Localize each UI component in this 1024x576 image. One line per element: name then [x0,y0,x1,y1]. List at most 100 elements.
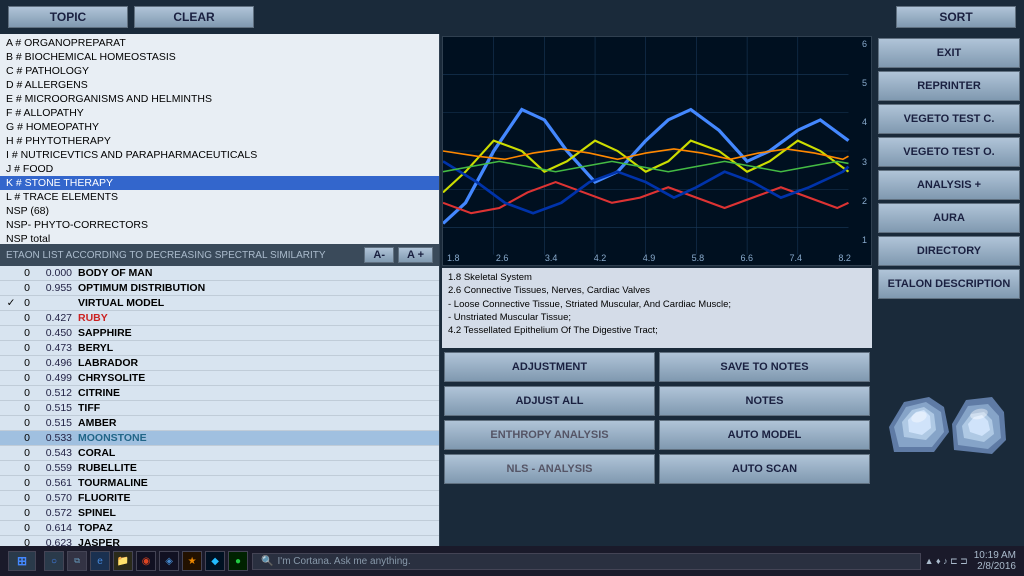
cortana-icon[interactable]: ○ [44,551,64,571]
folder-icon[interactable]: 📁 [113,551,133,571]
ie-icon[interactable]: e [90,551,110,571]
etalon-val: 0.496 [34,357,78,369]
etalon-val: 0.623 [34,537,78,546]
etalon-row-7[interactable]: 00.499CHRYSOLITE [0,371,439,386]
etalon-num: 0 [18,282,34,294]
right-panel: EXIT REPRINTER VEGETO TEST C. VEGETO TES… [874,34,1024,546]
etalon-row-3[interactable]: 00.427RUBY [0,311,439,326]
aura-btn[interactable]: AURA [878,203,1020,233]
center-panel: 6 5 4 3 2 1 1.8 2.6 3.4 4.2 4.9 5.8 6.6 … [440,34,874,546]
date-display: 2/8/2016 [974,561,1016,572]
x-label-3.4: 3.4 [545,253,558,263]
topic-item-C[interactable]: C # PATHOLOGY [0,64,439,78]
topic-item-G[interactable]: G # HOMEOPATHY [0,120,439,134]
y-label-3: 3 [862,157,867,167]
etalon-row-5[interactable]: 00.473BERYL [0,341,439,356]
clear-button[interactable]: CLEAR [134,6,254,28]
etalon-val: 0.561 [34,477,78,489]
enthropy-btn[interactable]: ENTHROPY ANALYSIS [444,420,655,450]
sort-button[interactable]: SORT [896,6,1016,28]
topic-item-I[interactable]: I # NUTRICEVTICS AND PARAPHARMACEUTICALS [0,148,439,162]
time-display: 10:19 AM [974,550,1016,561]
x-label-6.6: 6.6 [741,253,754,263]
etalon-val: 0.559 [34,462,78,474]
topic-item-A[interactable]: A # ORGANOPREPARAT [0,36,439,50]
topic-item-E[interactable]: E # MICROORGANISMS AND HELMINTHS [0,92,439,106]
topic-item-K[interactable]: K # STONE THERAPY [0,176,439,190]
notes-btn[interactable]: NOTES [659,386,870,416]
etalon-name: OPTIMUM DISTRIBUTION [78,282,435,294]
etalon-name: BERYL [78,342,435,354]
info-box: 1.8 Skeletal System2.6 Connective Tissue… [442,268,872,348]
topic-item-J[interactable]: J # FOOD [0,162,439,176]
etalon-row-11[interactable]: 00.533MOONSTONE [0,431,439,446]
app4-icon[interactable]: ● [228,551,248,571]
chart-svg [443,37,871,265]
start-button[interactable]: ⊞ [8,551,36,571]
topic-item-F[interactable]: F # ALLOPATHY [0,106,439,120]
app2-icon[interactable]: ★ [182,551,202,571]
etalon-row-0[interactable]: 00.000BODY OF MAN [0,266,439,281]
etalon-name: CORAL [78,447,435,459]
cortana-search[interactable]: 🔍 I'm Cortana. Ask me anything. [252,553,921,570]
etalon-row-1[interactable]: 00.955OPTIMUM DISTRIBUTION [0,281,439,296]
adjust-all-btn[interactable]: ADJUST ALL [444,386,655,416]
save-to-notes-btn[interactable]: SAVE TO NOTES [659,352,870,382]
etalon-row-17[interactable]: 00.614TOPAZ [0,521,439,536]
etalon-row-16[interactable]: 00.572SPINEL [0,506,439,521]
etalon-desc-btn[interactable]: ETALON DESCRIPTION [878,269,1020,299]
etaon-minus-btn[interactable]: A- [364,247,394,263]
analysis-plus-btn[interactable]: ANALYSIS + [878,170,1020,200]
etalon-row-9[interactable]: 00.515TIFF [0,401,439,416]
etalon-num: 0 [18,432,34,444]
taskbar-quick-launch: ○ ⧉ e 📁 ◉ ◈ ★ ◆ ● [44,551,248,571]
tray-icons: ▲ ♦ ♪ ⊏ ⊐ [925,556,968,567]
topic-item-D[interactable]: D # ALLERGENS [0,78,439,92]
etalon-row-15[interactable]: 00.570FLUORITE [0,491,439,506]
topic-item-NSPt[interactable]: NSP total [0,232,439,244]
etalon-num: 0 [18,492,34,504]
topic-item-NSP-P[interactable]: NSP- PHYTO-CORRECTORS [0,218,439,232]
etalon-row-2[interactable]: ✓0VIRTUAL MODEL [0,296,439,311]
etaon-plus-btn[interactable]: A + [398,247,433,263]
chrome-icon[interactable]: ◉ [136,551,156,571]
etalon-val: 0.515 [34,402,78,414]
adjustment-btn[interactable]: ADJUSTMENT [444,352,655,382]
vegeto-c-btn[interactable]: VEGETO TEST C. [878,104,1020,134]
etalon-row-6[interactable]: 00.496LABRADOR [0,356,439,371]
nls-btn[interactable]: NLS - ANALYSIS [444,454,655,484]
auto-scan-btn[interactable]: AUTO SCAN [659,454,870,484]
topic-item-H[interactable]: H # PHYTOTHERAPY [0,134,439,148]
topic-item-L[interactable]: L # TRACE ELEMENTS [0,190,439,204]
task-view-icon[interactable]: ⧉ [67,551,87,571]
app3-icon[interactable]: ◆ [205,551,225,571]
topic-button[interactable]: TOPIC [8,6,128,28]
etalon-name: JASPER [78,537,435,546]
etaon-label: ETAON LIST ACCORDING TO DECREASING SPECT… [6,250,326,261]
reprinter-btn[interactable]: REPRINTER [878,71,1020,101]
etalon-row-18[interactable]: 00.623JASPER [0,536,439,546]
etalon-row-4[interactable]: 00.450SAPPHIRE [0,326,439,341]
toolbar: TOPIC CLEAR SORT [0,0,1024,34]
etalon-row-8[interactable]: 00.512CITRINE [0,386,439,401]
topic-item-NSP68[interactable]: NSP (68) [0,204,439,218]
etalon-val: 0.614 [34,522,78,534]
topic-item-B[interactable]: B # BIOCHEMICAL HOMEOSTASIS [0,50,439,64]
etalon-row-13[interactable]: 00.559RUBELLITE [0,461,439,476]
topic-list: A # ORGANOPREPARATB # BIOCHEMICAL HOMEOS… [0,34,439,244]
auto-model-btn[interactable]: AUTO MODEL [659,420,870,450]
action-buttons: ADJUSTMENT SAVE TO NOTES ADJUST ALL NOTE… [440,348,874,488]
x-label-1.8: 1.8 [447,253,460,263]
etalon-num: 0 [18,522,34,534]
info-line: 4.2 Tessellated Epithelium Of The Digest… [448,324,866,337]
etalon-row-10[interactable]: 00.515AMBER [0,416,439,431]
exit-btn[interactable]: EXIT [878,38,1020,68]
etalon-row-14[interactable]: 00.561TOURMALINE [0,476,439,491]
etalon-val: 0.427 [34,312,78,324]
app1-icon[interactable]: ◈ [159,551,179,571]
directory-btn[interactable]: DIRECTORY [878,236,1020,266]
vegeto-o-btn[interactable]: VEGETO TEST O. [878,137,1020,167]
etalon-name: SPINEL [78,507,435,519]
etalon-num: 0 [18,417,34,429]
etalon-row-12[interactable]: 00.543CORAL [0,446,439,461]
